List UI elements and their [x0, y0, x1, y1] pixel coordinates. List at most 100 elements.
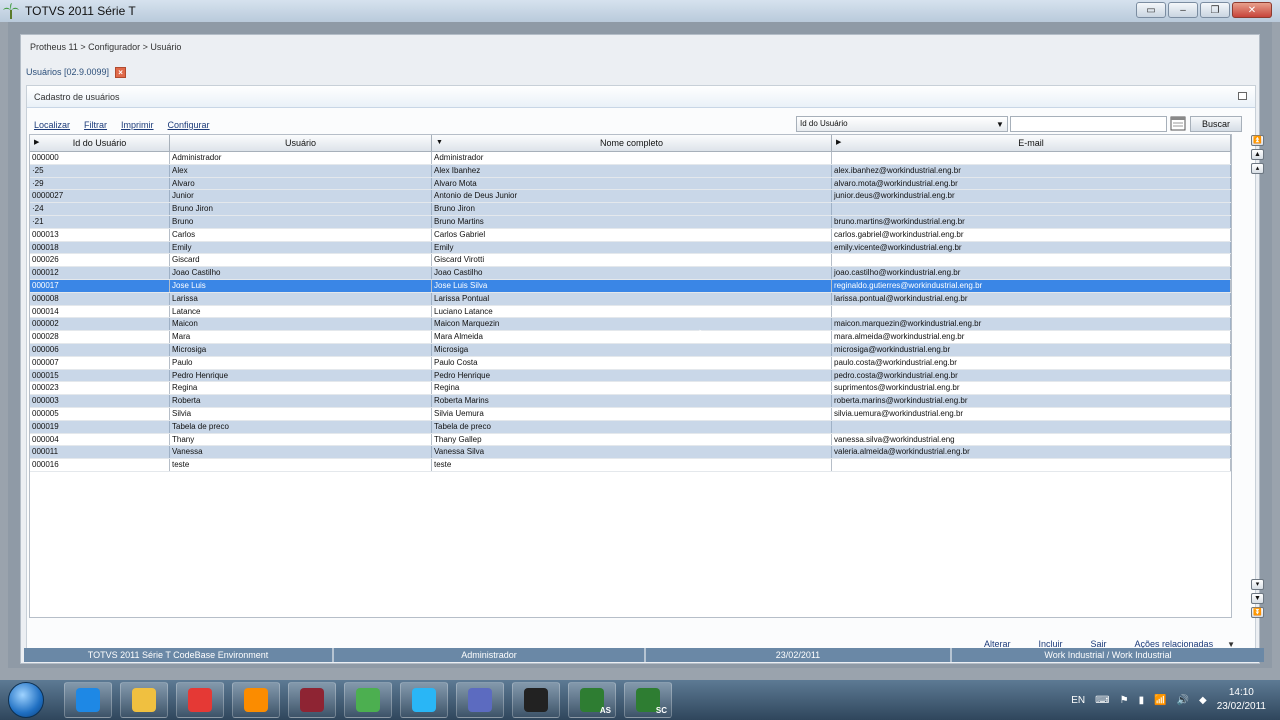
table-row[interactable]: ·25 Alex Alex Ibanhez alex.ibanhez@workindu… [30, 164, 1231, 178]
table-cell: Larissa [170, 292, 432, 305]
table-cell [832, 152, 1231, 164]
totvs-sc-icon[interactable]: SC [624, 682, 672, 718]
print-link[interactable]: Imprimir [121, 120, 154, 130]
table-row[interactable]: 000003 Roberta Roberta Marins roberta.marin… [30, 395, 1231, 408]
close-button[interactable]: ✕ [1232, 2, 1272, 18]
table-row[interactable]: 000028 Mara Mara Almeida mara.almeida@worki… [30, 331, 1231, 344]
inkscape-icon[interactable] [512, 682, 560, 718]
search-input[interactable] [1010, 116, 1167, 132]
totvs-as-icon[interactable]: AS [568, 682, 616, 718]
table-cell: 000006 [30, 343, 170, 356]
table-row[interactable]: ·24 Bruno Jiron Bruno Jiron [30, 203, 1231, 216]
scroll-down-icon[interactable]: ▾ [1251, 579, 1264, 590]
table-cell: 000014 [30, 305, 170, 318]
media-player-icon[interactable] [232, 682, 280, 718]
restore-down-icon[interactable]: ▭ [1136, 2, 1166, 18]
ie-icon[interactable] [64, 682, 112, 718]
volume-icon[interactable]: 🔊 [1177, 695, 1189, 706]
calendar-icon[interactable] [1170, 115, 1186, 131]
winrar-icon[interactable] [288, 682, 336, 718]
table-row[interactable]: 000011 Vanessa Vanessa Silva valeria.almeid… [30, 446, 1231, 460]
table-cell: 000011 [30, 446, 170, 459]
explorer-icon[interactable] [120, 682, 168, 718]
table-row[interactable]: 000014 Latance Luciano Latance [30, 305, 1231, 319]
table-row[interactable]: 000004 Thany Thany Gallep vanessa.silva@wor… [30, 433, 1231, 447]
scroll-up-icon[interactable]: ▴ [1251, 163, 1264, 174]
column-header-user[interactable]: Usuário [170, 135, 432, 151]
table-row[interactable]: 000005 Silvia Silvia Uemura silvia.uemura@w… [30, 407, 1231, 421]
table-cell: Emily [432, 241, 832, 254]
table-cell: alex.ibanhez@workindustrial.eng.br [832, 164, 1231, 177]
users-icon[interactable] [344, 682, 392, 718]
table-row[interactable]: 000007 Paulo Paulo Costa paulo.costa@workin… [30, 356, 1231, 370]
table-row[interactable]: 000019 Tabela de preco Tabela de preco [30, 420, 1231, 434]
language-indicator[interactable]: EN [1071, 695, 1085, 706]
table-cell: ·21 [30, 215, 170, 228]
column-header-email[interactable]: ▶ E-mail [832, 135, 1231, 151]
filter-link[interactable]: Filtrar [84, 120, 107, 130]
sort-arrow-icon: ▶ [34, 139, 40, 146]
battery-icon[interactable]: ▮ [1139, 695, 1145, 706]
panel-title: Cadastro de usuários [34, 91, 120, 102]
window-title-bar: TOTVS 2011 Série T ▭ – ❐ ✕ [0, 0, 1280, 22]
minimize-panel-icon[interactable] [1238, 92, 1247, 100]
status-company: Work Industrial / Work Industrial [1044, 650, 1172, 660]
configure-link[interactable]: Configurar [168, 120, 210, 130]
table-cell: Vanessa Silva [432, 446, 832, 459]
table-row[interactable]: 000023 Regina Regina suprimentos@workindust… [30, 382, 1231, 396]
table-cell: valeria.almeida@workindustrial.eng.br [832, 446, 1231, 459]
scroll-page-up-icon[interactable]: ▲ [1251, 149, 1264, 160]
maximize-button[interactable]: ❐ [1200, 2, 1230, 18]
remote-desktop-icon[interactable] [456, 682, 504, 718]
locate-link[interactable]: Localizar [34, 120, 70, 130]
table-row[interactable]: 000006 Microsiga Microsiga microsiga@workin… [30, 343, 1231, 357]
table-cell: Jose Luis Silva [432, 279, 832, 292]
close-tab-icon[interactable]: × [115, 66, 127, 78]
table-row[interactable]: ·29 Alvaro Alvaro Mota alvaro.mota@workindu… [30, 177, 1231, 191]
minimize-button[interactable]: – [1168, 2, 1198, 18]
table-row[interactable]: 000012 Joao Castilho Joao Castilho joao.cas… [30, 267, 1231, 280]
keyboard-icon[interactable]: ⌨ [1095, 695, 1109, 706]
scroll-page-down-icon[interactable]: ▼ [1251, 593, 1264, 604]
chrome-icon[interactable] [176, 682, 224, 718]
column-header-id[interactable]: ▶ Id do Usuário [30, 135, 170, 151]
table-row[interactable]: 000015 Pedro Henrique Pedro Henrique pedro.… [30, 369, 1231, 383]
table-cell: Roberta Marins [432, 395, 832, 407]
network-icon[interactable]: 📶 [1154, 695, 1166, 706]
sort-arrow-icon: ▶ [836, 139, 842, 146]
table-row[interactable]: 000013 Carlos Carlos Gabriel carlos.gabriel… [30, 228, 1231, 242]
scroll-last-icon[interactable]: ⏬ [1251, 607, 1264, 618]
table-cell: Thany [170, 433, 432, 446]
table-row[interactable]: 000002 Maicon Maicon Marquezin maicon.marqu… [30, 318, 1231, 332]
table-row[interactable]: ·21 Bruno Bruno Martins bruno.martins@worki… [30, 215, 1231, 229]
table-cell: emily.vicente@workindustrial.eng.br [832, 241, 1231, 254]
table-cell: Administrador [170, 152, 432, 164]
table-row[interactable]: 000018 Emily Emily emily.vicente@workindust… [30, 241, 1231, 255]
table-cell: pedro.costa@workindustrial.eng.br [832, 369, 1231, 382]
table-cell: Bruno Jiron [432, 203, 832, 215]
table-row[interactable]: 000016 teste teste [30, 459, 1231, 472]
windows-start-icon[interactable] [8, 682, 44, 718]
search-button[interactable]: Buscar [1190, 116, 1242, 132]
clock[interactable]: 14:10 23/02/2011 [1217, 686, 1266, 714]
table-cell: 000023 [30, 382, 170, 395]
tab-usuarios[interactable]: Usuários [02.9.0099] × [26, 64, 127, 80]
table-cell: 000002 [30, 318, 170, 331]
table-row[interactable]: 000008 Larissa Larissa Pontual larissa.pont… [30, 292, 1231, 306]
table-cell: Giscard Virotti [432, 254, 832, 267]
users-glyph-icon [356, 688, 380, 712]
table-row[interactable]: 000026 Giscard Giscard Virotti [30, 254, 1231, 268]
scroll-first-icon[interactable]: ⏫ [1251, 135, 1264, 146]
system-tray: EN ⌨ ⚑ ▮ 📶 🔊 ◆ 14:10 23/02/2011 [1071, 680, 1266, 720]
table-row[interactable]: 000017 Jose Luis Jose Luis Silva reginaldo.… [30, 279, 1231, 293]
table-cell: Larissa Pontual [432, 292, 832, 305]
search-field-select[interactable]: Id do Usuário ▼ [796, 116, 1008, 132]
table-row[interactable]: 000000 Administrador Administrador [30, 152, 1231, 165]
table-cell: Maicon [170, 318, 432, 331]
column-header-full-name[interactable]: ▼ Nome completo [432, 135, 832, 151]
table-cell: Giscard [170, 254, 432, 267]
flag-icon[interactable]: ⚑ [1120, 695, 1129, 706]
table-row[interactable]: 0000027 Junior Antonio de Deus Junior junio… [30, 190, 1231, 204]
notification-icon[interactable]: ◆ [1199, 695, 1207, 706]
skype-icon[interactable] [400, 682, 448, 718]
